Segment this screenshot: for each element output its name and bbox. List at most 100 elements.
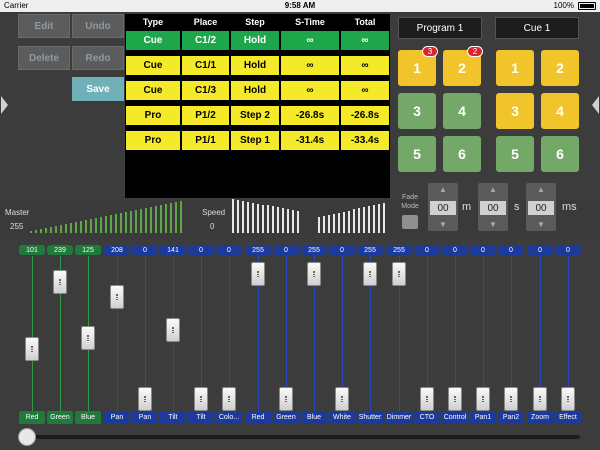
table-cell[interactable]: ∞ bbox=[280, 30, 340, 51]
fader-knob[interactable] bbox=[251, 262, 265, 286]
table-cell[interactable]: Cue bbox=[125, 30, 181, 51]
cue-pad-4[interactable]: 4 bbox=[541, 93, 579, 129]
program-pad-5[interactable]: 5 bbox=[398, 136, 436, 172]
channel-label[interactable]: Green bbox=[273, 411, 299, 424]
table-cell[interactable]: C1/2 bbox=[181, 30, 230, 51]
channel-label[interactable]: Pan bbox=[104, 411, 130, 424]
delete-button[interactable]: Delete bbox=[18, 46, 70, 70]
channel-label[interactable]: Red bbox=[245, 411, 271, 424]
fader-knob[interactable] bbox=[53, 270, 67, 294]
fader-knob[interactable] bbox=[194, 387, 208, 411]
cue-pad-6[interactable]: 6 bbox=[541, 136, 579, 172]
fader-knob[interactable] bbox=[392, 262, 406, 286]
channel-label[interactable]: Blue bbox=[301, 411, 327, 424]
chevron-up-icon[interactable]: ▲ bbox=[526, 185, 556, 194]
table-cell[interactable]: ∞ bbox=[340, 30, 390, 51]
fader-knob[interactable] bbox=[110, 285, 124, 309]
table-cell[interactable]: C1/1 bbox=[181, 55, 230, 76]
cue-pad-3[interactable]: 3 bbox=[496, 93, 534, 129]
left-page-arrow-icon[interactable] bbox=[1, 96, 8, 114]
undo-button[interactable]: Undo bbox=[72, 14, 124, 38]
program-pad-4[interactable]: 4 bbox=[443, 93, 481, 129]
fader-knob[interactable] bbox=[476, 387, 490, 411]
fader-knob[interactable] bbox=[533, 387, 547, 411]
fader-track[interactable] bbox=[117, 256, 118, 415]
channel-label[interactable]: Tilt bbox=[160, 411, 186, 424]
fader-track[interactable] bbox=[32, 256, 33, 415]
fader-knob[interactable] bbox=[448, 387, 462, 411]
redo-button[interactable]: Redo bbox=[72, 46, 124, 70]
fader-knob[interactable] bbox=[561, 387, 575, 411]
seconds-spinner[interactable]: ▲ 00 ▼ bbox=[478, 183, 508, 231]
table-cell[interactable]: P1/2 bbox=[181, 105, 230, 126]
table-cell[interactable]: Step 1 bbox=[230, 130, 280, 151]
channel-label[interactable]: Green bbox=[47, 411, 73, 424]
chevron-down-icon[interactable]: ▼ bbox=[526, 220, 556, 229]
cue-title[interactable]: Cue 1 bbox=[495, 17, 579, 39]
table-cell[interactable]: -26.8s bbox=[280, 105, 340, 126]
table-cell[interactable]: Cue bbox=[125, 55, 181, 76]
table-cell[interactable]: Pro bbox=[125, 130, 181, 151]
edit-button[interactable]: Edit bbox=[18, 14, 70, 38]
chevron-up-icon[interactable]: ▲ bbox=[428, 185, 458, 194]
chevron-up-icon[interactable]: ▲ bbox=[478, 185, 508, 194]
fader-knob[interactable] bbox=[363, 262, 377, 286]
channel-label[interactable]: Red bbox=[19, 411, 45, 424]
chevron-down-icon[interactable]: ▼ bbox=[478, 220, 508, 229]
program-title[interactable]: Program 1 bbox=[398, 17, 482, 39]
fader-knob[interactable] bbox=[279, 387, 293, 411]
fader-knob[interactable] bbox=[335, 387, 349, 411]
minutes-spinner[interactable]: ▲ 00 ▼ bbox=[428, 183, 458, 231]
table-cell[interactable]: Pro bbox=[125, 105, 181, 126]
table-cell[interactable]: Hold bbox=[230, 30, 280, 51]
cue-pad-5[interactable]: 5 bbox=[496, 136, 534, 172]
channel-label[interactable]: Shutter bbox=[357, 411, 383, 424]
save-button[interactable]: Save bbox=[72, 77, 124, 101]
channel-label[interactable]: Colo... bbox=[216, 411, 242, 424]
cue-pad-1[interactable]: 1 bbox=[496, 50, 534, 86]
fader-knob[interactable] bbox=[81, 326, 95, 350]
bottom-slider-knob[interactable] bbox=[18, 428, 36, 446]
fader-knob[interactable] bbox=[166, 318, 180, 342]
channel-value-badge: 0 bbox=[442, 245, 468, 255]
fader-knob[interactable] bbox=[138, 387, 152, 411]
channel-label[interactable]: Dimmer bbox=[386, 411, 412, 424]
cue-pad-2[interactable]: 2 bbox=[541, 50, 579, 86]
table-cell[interactable]: Hold bbox=[230, 55, 280, 76]
channel-label[interactable]: Effect bbox=[555, 411, 581, 424]
fader-knob[interactable] bbox=[25, 337, 39, 361]
channel-label[interactable]: White bbox=[329, 411, 355, 424]
channel-label[interactable]: Tilt bbox=[188, 411, 214, 424]
table-cell[interactable]: ∞ bbox=[340, 55, 390, 76]
grip-icon bbox=[144, 396, 146, 402]
channel-label[interactable]: CTO bbox=[414, 411, 440, 424]
channel-label[interactable]: Zoom bbox=[527, 411, 553, 424]
table-cell[interactable]: Step 2 bbox=[230, 105, 280, 126]
table-cell[interactable]: P1/1 bbox=[181, 130, 230, 151]
channel-label[interactable]: Pan1 bbox=[470, 411, 496, 424]
bottom-slider-track[interactable] bbox=[22, 435, 580, 439]
table-cell[interactable]: -33.4s bbox=[340, 130, 390, 151]
milliseconds-spinner[interactable]: ▲ 00 ▼ bbox=[526, 183, 556, 231]
fader-knob[interactable] bbox=[504, 387, 518, 411]
table-cell[interactable]: -31.4s bbox=[280, 130, 340, 151]
fade-mode-checkbox[interactable] bbox=[402, 215, 418, 229]
table-cell[interactable]: ∞ bbox=[280, 80, 340, 101]
channel-label[interactable]: Pan bbox=[132, 411, 158, 424]
table-cell[interactable]: Cue bbox=[125, 80, 181, 101]
program-pad-3[interactable]: 3 bbox=[398, 93, 436, 129]
channel-label[interactable]: Control bbox=[442, 411, 468, 424]
fader-knob[interactable] bbox=[222, 387, 236, 411]
fader-knob[interactable] bbox=[420, 387, 434, 411]
table-cell[interactable]: C1/3 bbox=[181, 80, 230, 101]
right-page-arrow-icon[interactable] bbox=[592, 96, 599, 114]
program-pad-6[interactable]: 6 bbox=[443, 136, 481, 172]
table-cell[interactable]: -26.8s bbox=[340, 105, 390, 126]
table-cell[interactable]: Hold bbox=[230, 80, 280, 101]
table-cell[interactable]: ∞ bbox=[340, 80, 390, 101]
chevron-down-icon[interactable]: ▼ bbox=[428, 220, 458, 229]
channel-label[interactable]: Blue bbox=[75, 411, 101, 424]
table-cell[interactable]: ∞ bbox=[280, 55, 340, 76]
fader-knob[interactable] bbox=[307, 262, 321, 286]
channel-label[interactable]: Pan2 bbox=[498, 411, 524, 424]
